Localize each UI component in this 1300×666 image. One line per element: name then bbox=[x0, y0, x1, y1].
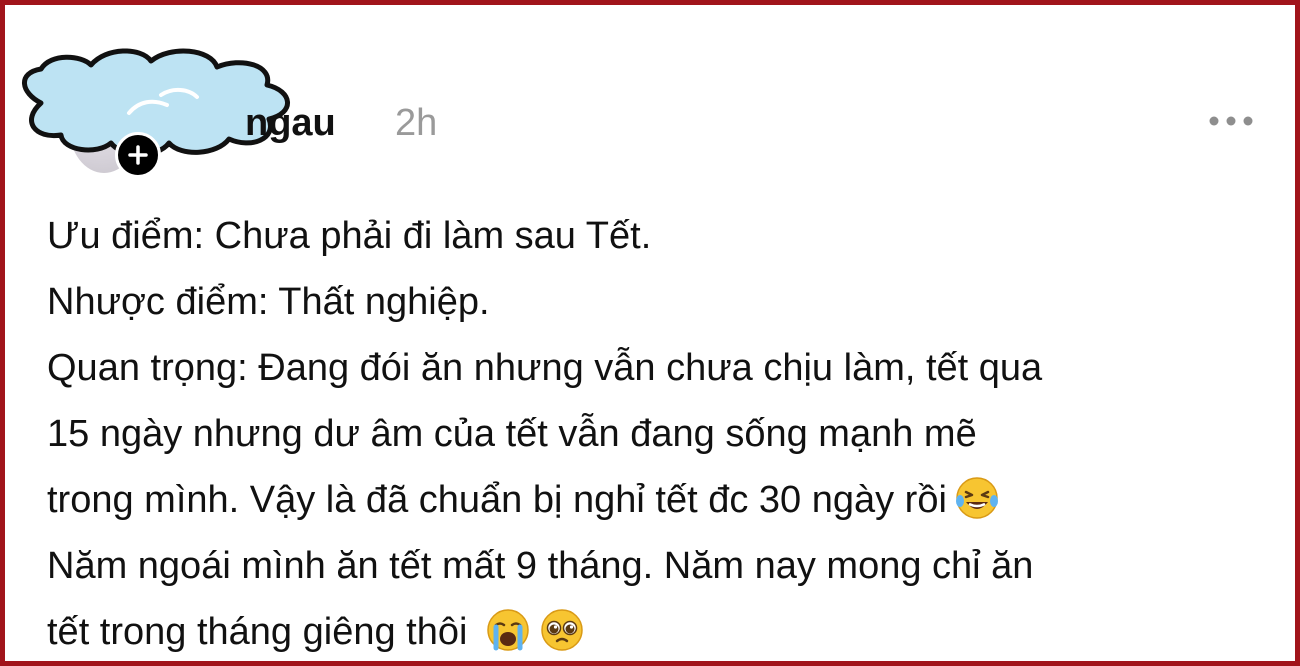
post-header: ngau 2h bbox=[5, 5, 1295, 185]
pleading-emoji bbox=[541, 609, 583, 651]
more-horizontal-icon bbox=[1209, 116, 1253, 126]
plus-icon bbox=[128, 145, 148, 165]
follow-plus-button[interactable] bbox=[115, 132, 161, 178]
post-timestamp: 2h bbox=[395, 102, 438, 144]
more-options-button[interactable] bbox=[1205, 105, 1257, 137]
laughing-tears-emoji bbox=[955, 477, 998, 519]
post-text-line: 15 ngày nhưng dư âm của tết vẫn đang sốn… bbox=[47, 413, 977, 455]
post-text-segment: trong mình. Vậy là đã chuẩn bị nghỉ tết … bbox=[47, 479, 947, 521]
post-text-line: Năm ngoái mình ăn tết mất 9 tháng. Năm n… bbox=[47, 545, 1034, 587]
crying-emoji bbox=[487, 609, 529, 651]
post-text-line-with-emoji: trong mình. Vậy là đã chuẩn bị nghỉ tết … bbox=[47, 467, 1267, 533]
screenshot-frame: ngau 2h Ưu điểm: Chưa phải đi làm sau Tế… bbox=[0, 0, 1300, 666]
username[interactable]: ngau bbox=[245, 101, 336, 145]
post-body: Ưu điểm: Chưa phải đi làm sau Tết. Nhược… bbox=[47, 203, 1267, 665]
post-text-line-with-emoji: tết trong tháng giêng thôi bbox=[47, 599, 1267, 665]
post-text-line: Quan trọng: Đang đói ăn nhưng vẫn chưa c… bbox=[47, 347, 1043, 389]
post-text-line: Nhược điểm: Thất nghiệp. bbox=[47, 281, 490, 323]
post-text-segment: tết trong tháng giêng thôi bbox=[47, 611, 468, 653]
post-text-line: Ưu điểm: Chưa phải đi làm sau Tết. bbox=[47, 215, 652, 257]
